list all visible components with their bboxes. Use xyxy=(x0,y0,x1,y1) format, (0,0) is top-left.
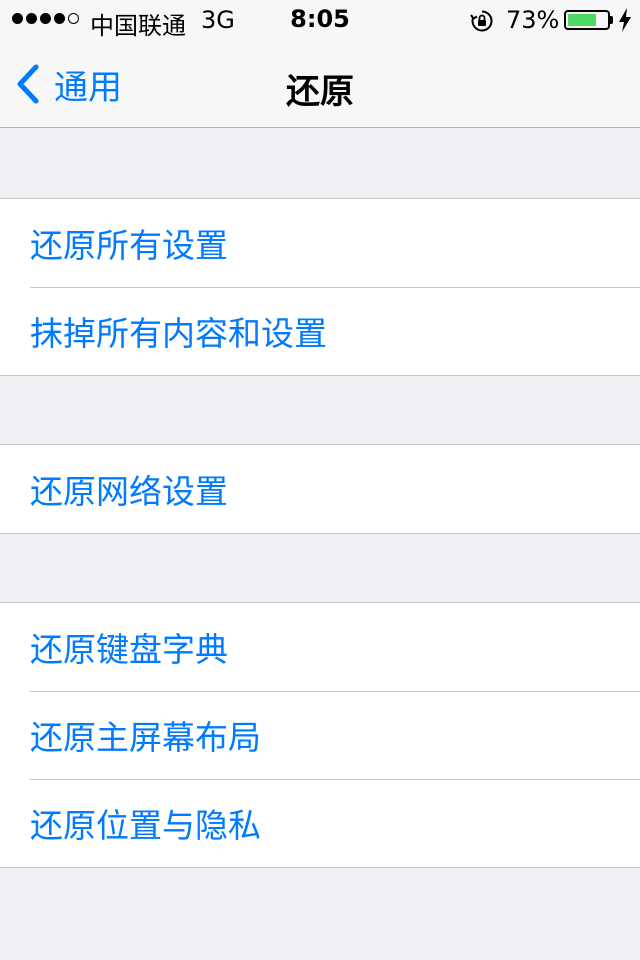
charging-bolt-icon xyxy=(619,8,631,32)
row-label: 还原所有设置 xyxy=(30,226,228,265)
battery-fill xyxy=(568,14,596,26)
status-bar: 中国联通 3G 8:05 73% xyxy=(0,0,640,40)
reset-group-2: 还原网络设置 xyxy=(0,444,640,534)
reset-location-privacy-row[interactable]: 还原位置与隐私 xyxy=(0,779,640,867)
battery-tip xyxy=(610,16,613,24)
reset-home-screen-layout-row[interactable]: 还原主屏幕布局 xyxy=(0,691,640,779)
reset-group-3: 还原键盘字典 还原主屏幕布局 还原位置与隐私 xyxy=(0,602,640,868)
row-label: 还原位置与隐私 xyxy=(30,806,261,845)
battery-icon xyxy=(564,10,610,30)
page-title: 还原 xyxy=(286,72,354,112)
navigation-bar: 通用 还原 xyxy=(0,40,640,128)
reset-screen: 中国联通 3G 8:05 73% 通用 还原 还原所有设置 抹掉所有内容和设置 … xyxy=(0,0,640,960)
row-label: 还原键盘字典 xyxy=(30,630,228,669)
row-label: 还原主屏幕布局 xyxy=(30,718,261,757)
reset-group-1: 还原所有设置 抹掉所有内容和设置 xyxy=(0,198,640,376)
row-label: 还原网络设置 xyxy=(30,472,228,511)
battery-percent: 73% xyxy=(506,6,560,34)
orientation-lock-icon xyxy=(470,10,493,32)
reset-keyboard-dictionary-row[interactable]: 还原键盘字典 xyxy=(0,603,640,691)
reset-network-settings-row[interactable]: 还原网络设置 xyxy=(0,445,640,533)
reset-all-settings-row[interactable]: 还原所有设置 xyxy=(0,199,640,287)
row-label: 抹掉所有内容和设置 xyxy=(30,314,327,353)
erase-all-content-row[interactable]: 抹掉所有内容和设置 xyxy=(0,287,640,375)
